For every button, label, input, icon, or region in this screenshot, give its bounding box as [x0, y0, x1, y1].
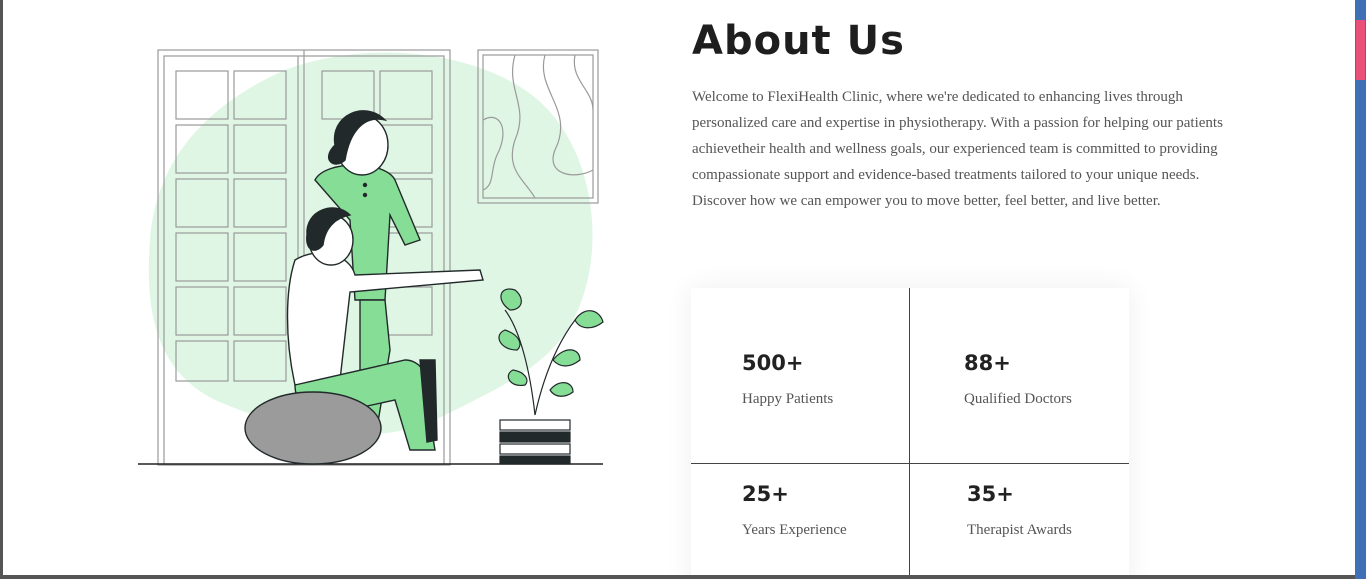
stat-value: 25+ [742, 482, 789, 506]
stat-value: 35+ [967, 482, 1014, 506]
stat-label: Therapist Awards [967, 522, 1072, 538]
stat-years-experience: 25+ Years Experience [742, 482, 847, 539]
stat-therapist-awards: 35+ Therapist Awards [967, 482, 1072, 539]
scrollbar-thumb[interactable] [1356, 20, 1365, 80]
stat-value: 500+ [742, 351, 804, 375]
page-scrollbar[interactable] [1355, 0, 1366, 579]
stats-card: 500+ Happy Patients 88+ Qualified Doctor… [691, 288, 1129, 575]
page-title: About Us [692, 18, 905, 64]
stat-qualified-doctors: 88+ Qualified Doctors [964, 351, 1072, 408]
stat-label: Years Experience [742, 522, 847, 538]
about-intro-text: Welcome to FlexiHealth Clinic, where we'… [692, 89, 1223, 209]
stats-divider-vertical [909, 288, 910, 575]
stats-divider-horizontal [691, 463, 1129, 464]
stat-label: Qualified Doctors [964, 391, 1072, 407]
page-frame: About Us Welcome to FlexiHealth Clinic, … [3, 0, 1355, 575]
stat-label: Happy Patients [742, 391, 834, 407]
stat-happy-patients: 500+ Happy Patients [742, 351, 833, 408]
stat-value: 88+ [964, 351, 1011, 375]
physiotherapy-illustration-icon [138, 49, 604, 466]
